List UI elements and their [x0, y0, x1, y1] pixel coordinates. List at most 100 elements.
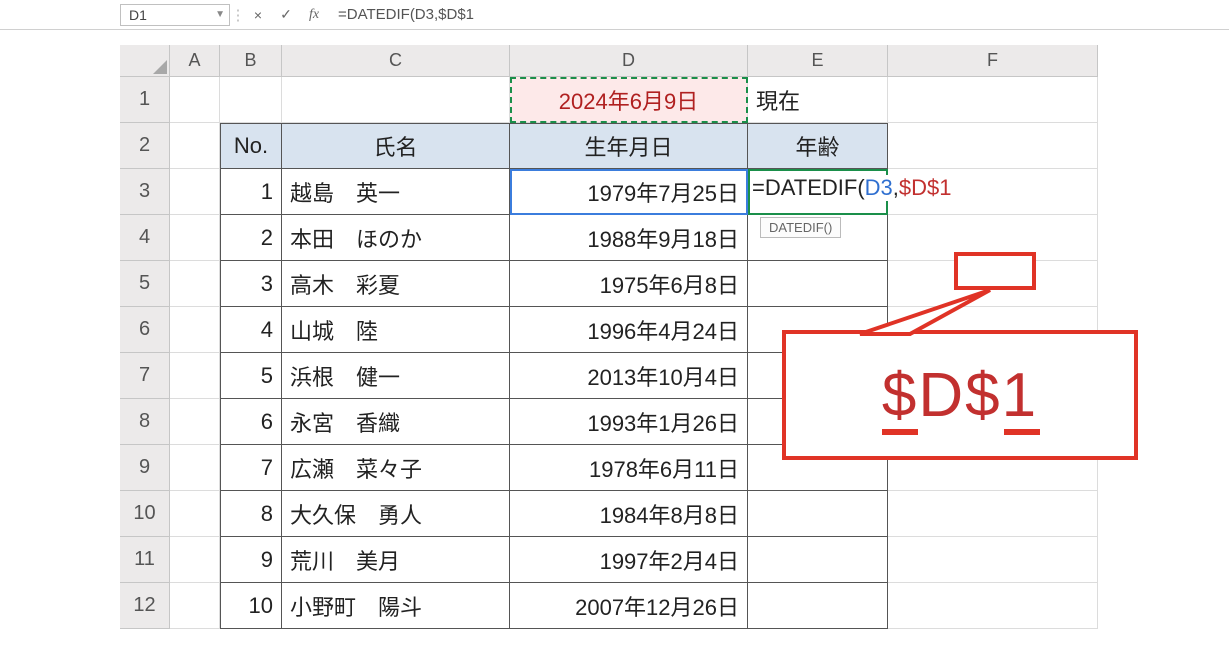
row-header-4[interactable]: 4 — [120, 215, 170, 261]
cell-F12[interactable] — [888, 583, 1098, 629]
cell-C6[interactable]: 山城 陸 — [282, 307, 510, 353]
cell-A7[interactable] — [170, 353, 220, 399]
cell-D4[interactable]: 1988年9月18日 — [510, 215, 748, 261]
formula-arg2: $D$1 — [899, 175, 952, 200]
cell-D1[interactable]: 2024年6月9日 — [510, 77, 748, 123]
cell-F2[interactable] — [888, 123, 1098, 169]
cell-C4[interactable]: 本田 ほのか — [282, 215, 510, 261]
col-header-B[interactable]: B — [220, 45, 282, 77]
row-header-6[interactable]: 6 — [120, 307, 170, 353]
cell-B1[interactable] — [220, 77, 282, 123]
cell-D5[interactable]: 1975年6月8日 — [510, 261, 748, 307]
select-all-corner[interactable] — [120, 45, 170, 77]
cell-A3[interactable] — [170, 169, 220, 215]
row-1: 1 2024年6月9日 現在 — [120, 77, 1098, 123]
cell-A8[interactable] — [170, 399, 220, 445]
dropdown-icon[interactable]: ▼ — [215, 9, 225, 20]
cell-C9[interactable]: 広瀬 菜々子 — [282, 445, 510, 491]
cell-B12[interactable]: 10 — [220, 583, 282, 629]
cell-B11[interactable]: 9 — [220, 537, 282, 583]
row-header-3[interactable]: 3 — [120, 169, 170, 215]
cell-D7[interactable]: 2013年10月4日 — [510, 353, 748, 399]
col-header-E[interactable]: E — [748, 45, 888, 77]
row-header-8[interactable]: 8 — [120, 399, 170, 445]
cell-C8[interactable]: 永宮 香織 — [282, 399, 510, 445]
name-box-value: D1 — [129, 7, 147, 23]
cell-C10[interactable]: 大久保 勇人 — [282, 491, 510, 537]
cell-C5[interactable]: 高木 彩夏 — [282, 261, 510, 307]
confirm-icon[interactable]: ✓ — [274, 4, 298, 26]
cell-D9[interactable]: 1978年6月11日 — [510, 445, 748, 491]
cell-B3[interactable]: 1 — [220, 169, 282, 215]
cell-E12[interactable] — [748, 583, 888, 629]
col-header-C[interactable]: C — [282, 45, 510, 77]
cell-C7[interactable]: 浜根 健一 — [282, 353, 510, 399]
cell-A9[interactable] — [170, 445, 220, 491]
formula-arg1: D3 — [865, 175, 893, 200]
cell-E1[interactable]: 現在 — [748, 77, 888, 123]
cell-C3[interactable]: 越島 英一 — [282, 169, 510, 215]
cell-D12[interactable]: 2007年12月26日 — [510, 583, 748, 629]
cell-D3[interactable]: 1979年7月25日 — [510, 169, 748, 215]
cell-D2[interactable]: 生年月日 — [510, 123, 748, 169]
row-header-9[interactable]: 9 — [120, 445, 170, 491]
cell-A2[interactable] — [170, 123, 220, 169]
cell-A10[interactable] — [170, 491, 220, 537]
cell-A4[interactable] — [170, 215, 220, 261]
row-11: 11 9 荒川 美月 1997年2月4日 — [120, 537, 1098, 583]
row-header-11[interactable]: 11 — [120, 537, 170, 583]
cell-B7[interactable]: 5 — [220, 353, 282, 399]
cell-F11[interactable] — [888, 537, 1098, 583]
cell-D10[interactable]: 1984年8月8日 — [510, 491, 748, 537]
row-header-5[interactable]: 5 — [120, 261, 170, 307]
cell-C1[interactable] — [282, 77, 510, 123]
row-12: 12 10 小野町 陽斗 2007年12月26日 — [120, 583, 1098, 629]
callout-text: $D$1 — [882, 360, 1038, 431]
underline-1 — [882, 429, 918, 435]
row-header-2[interactable]: 2 — [120, 123, 170, 169]
cell-B2[interactable]: No. — [220, 123, 282, 169]
cell-B6[interactable]: 4 — [220, 307, 282, 353]
cell-E11[interactable] — [748, 537, 888, 583]
cell-B9[interactable]: 7 — [220, 445, 282, 491]
name-box[interactable]: D1 ▼ — [120, 4, 230, 26]
cell-A11[interactable] — [170, 537, 220, 583]
row-header-1[interactable]: 1 — [120, 77, 170, 123]
cancel-icon[interactable]: × — [246, 4, 270, 26]
cell-A1[interactable] — [170, 77, 220, 123]
fx-icon[interactable]: fx — [302, 4, 326, 26]
callout-value: $D$1 — [882, 361, 1038, 430]
cell-E10[interactable] — [748, 491, 888, 537]
cell-E2[interactable]: 年齢 — [748, 123, 888, 169]
cell-B4[interactable]: 2 — [220, 215, 282, 261]
cell-B10[interactable]: 8 — [220, 491, 282, 537]
cell-B5[interactable]: 3 — [220, 261, 282, 307]
inline-formula: =DATEDIF(D3,$D$1 — [752, 175, 956, 201]
col-header-F[interactable]: F — [888, 45, 1098, 77]
cell-C12[interactable]: 小野町 陽斗 — [282, 583, 510, 629]
cell-D8[interactable]: 1993年1月26日 — [510, 399, 748, 445]
cell-F1[interactable] — [888, 77, 1098, 123]
cell-D11[interactable]: 1997年2月4日 — [510, 537, 748, 583]
row-10: 10 8 大久保 勇人 1984年8月8日 — [120, 491, 1098, 537]
cell-B8[interactable]: 6 — [220, 399, 282, 445]
cell-C2[interactable]: 氏名 — [282, 123, 510, 169]
cell-A12[interactable] — [170, 583, 220, 629]
cell-D6[interactable]: 1996年4月24日 — [510, 307, 748, 353]
cell-F10[interactable] — [888, 491, 1098, 537]
col-header-D[interactable]: D — [510, 45, 748, 77]
row-header-10[interactable]: 10 — [120, 491, 170, 537]
col-header-A[interactable]: A — [170, 45, 220, 77]
function-tooltip: DATEDIF() — [760, 217, 841, 238]
callout-big-box: $D$1 — [782, 330, 1138, 460]
formula-bar: D1 ▼ ⋮ × ✓ fx =DATEDIF(D3,$D$1 — [0, 0, 1229, 30]
underline-2 — [1004, 429, 1040, 435]
cell-E3[interactable]: =DATEDIF(D3,$D$1 DATEDIF() — [748, 169, 888, 215]
row-header-7[interactable]: 7 — [120, 353, 170, 399]
cell-A5[interactable] — [170, 261, 220, 307]
formula-fn: =DATEDIF( — [752, 175, 865, 200]
row-header-12[interactable]: 12 — [120, 583, 170, 629]
cell-C11[interactable]: 荒川 美月 — [282, 537, 510, 583]
formula-input[interactable]: =DATEDIF(D3,$D$1 — [330, 4, 1229, 26]
cell-A6[interactable] — [170, 307, 220, 353]
